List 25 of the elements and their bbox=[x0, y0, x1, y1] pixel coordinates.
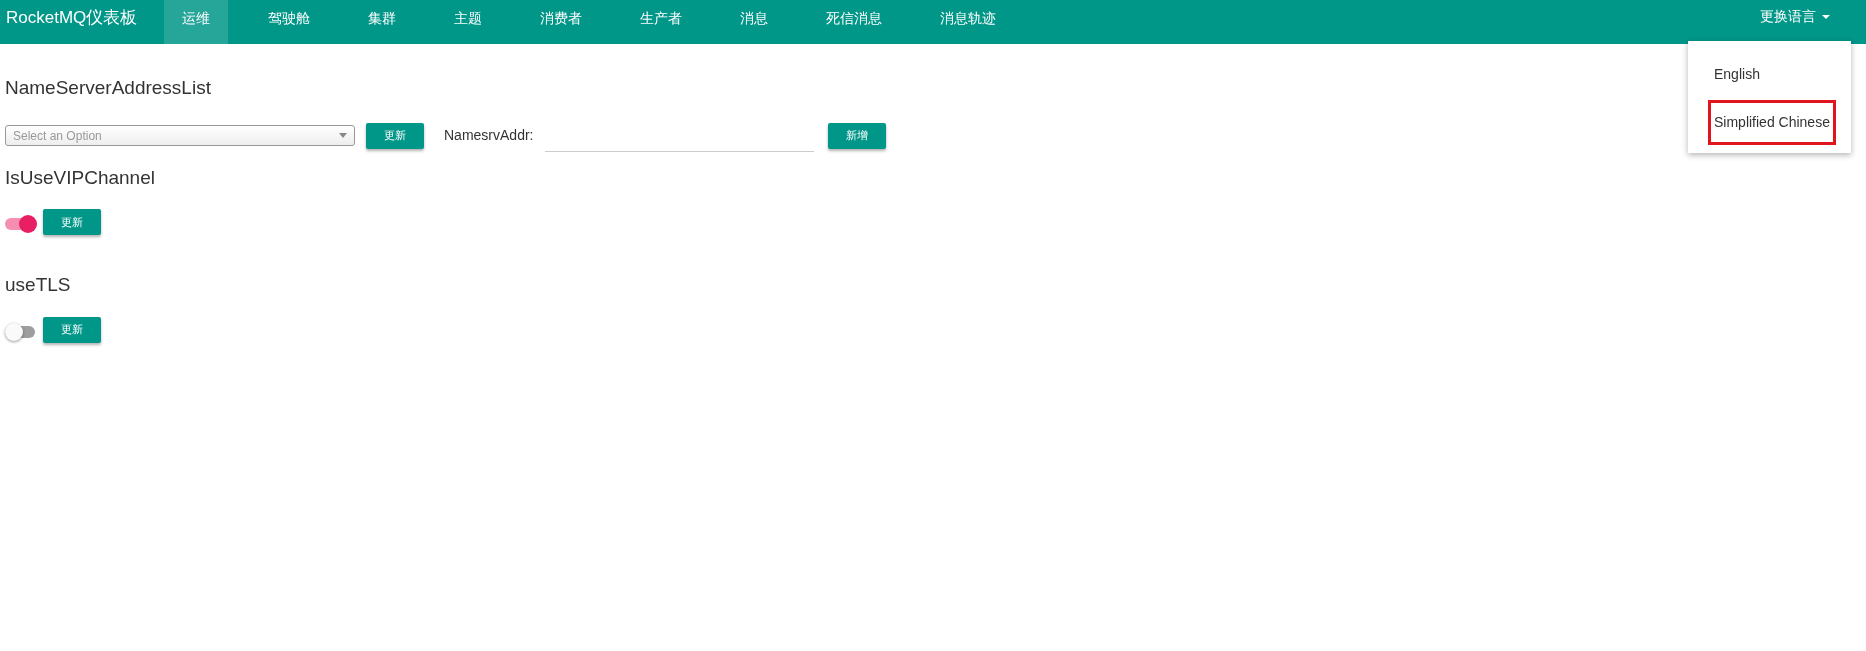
nav-tab[interactable]: 集群 bbox=[350, 0, 415, 44]
section-title: useTLS bbox=[5, 273, 71, 297]
nav-tab[interactable]: 死信消息 bbox=[808, 0, 901, 44]
language-dropdown[interactable]: 更换语言 bbox=[1760, 6, 1830, 27]
nav-tab[interactable]: 消息轨迹 bbox=[922, 0, 1015, 44]
field-label: NamesrvAddr: bbox=[444, 126, 534, 145]
nav-tab[interactable]: 生产者 bbox=[622, 0, 701, 44]
brand-title[interactable]: RocketMQ仪表板 bbox=[0, 0, 165, 44]
nav-tab[interactable]: 主题 bbox=[436, 0, 501, 44]
update-button[interactable]: 更新 bbox=[43, 316, 101, 343]
language-option[interactable]: English bbox=[1708, 55, 1831, 94]
nav-tab[interactable]: 消费者 bbox=[522, 0, 601, 44]
select-field[interactable]: Select an Option bbox=[5, 125, 355, 146]
caret-icon bbox=[1822, 14, 1830, 19]
caret-icon bbox=[339, 133, 347, 138]
section-title: IsUseVIPChannel bbox=[5, 165, 155, 190]
nav-tab[interactable]: 运维 bbox=[164, 0, 229, 44]
update-button[interactable]: 更新 bbox=[366, 122, 424, 149]
add-button[interactable]: 新增 bbox=[828, 122, 887, 149]
nav-tab[interactable]: 消息 bbox=[722, 0, 787, 44]
update-button[interactable]: 更新 bbox=[43, 209, 101, 235]
toggle-switch[interactable] bbox=[5, 213, 37, 235]
nav-tab[interactable]: 驾驶舱 bbox=[250, 0, 329, 44]
section-title: NameServerAddressList bbox=[5, 76, 211, 100]
language-option[interactable]: Simplified Chinese bbox=[1708, 100, 1836, 145]
